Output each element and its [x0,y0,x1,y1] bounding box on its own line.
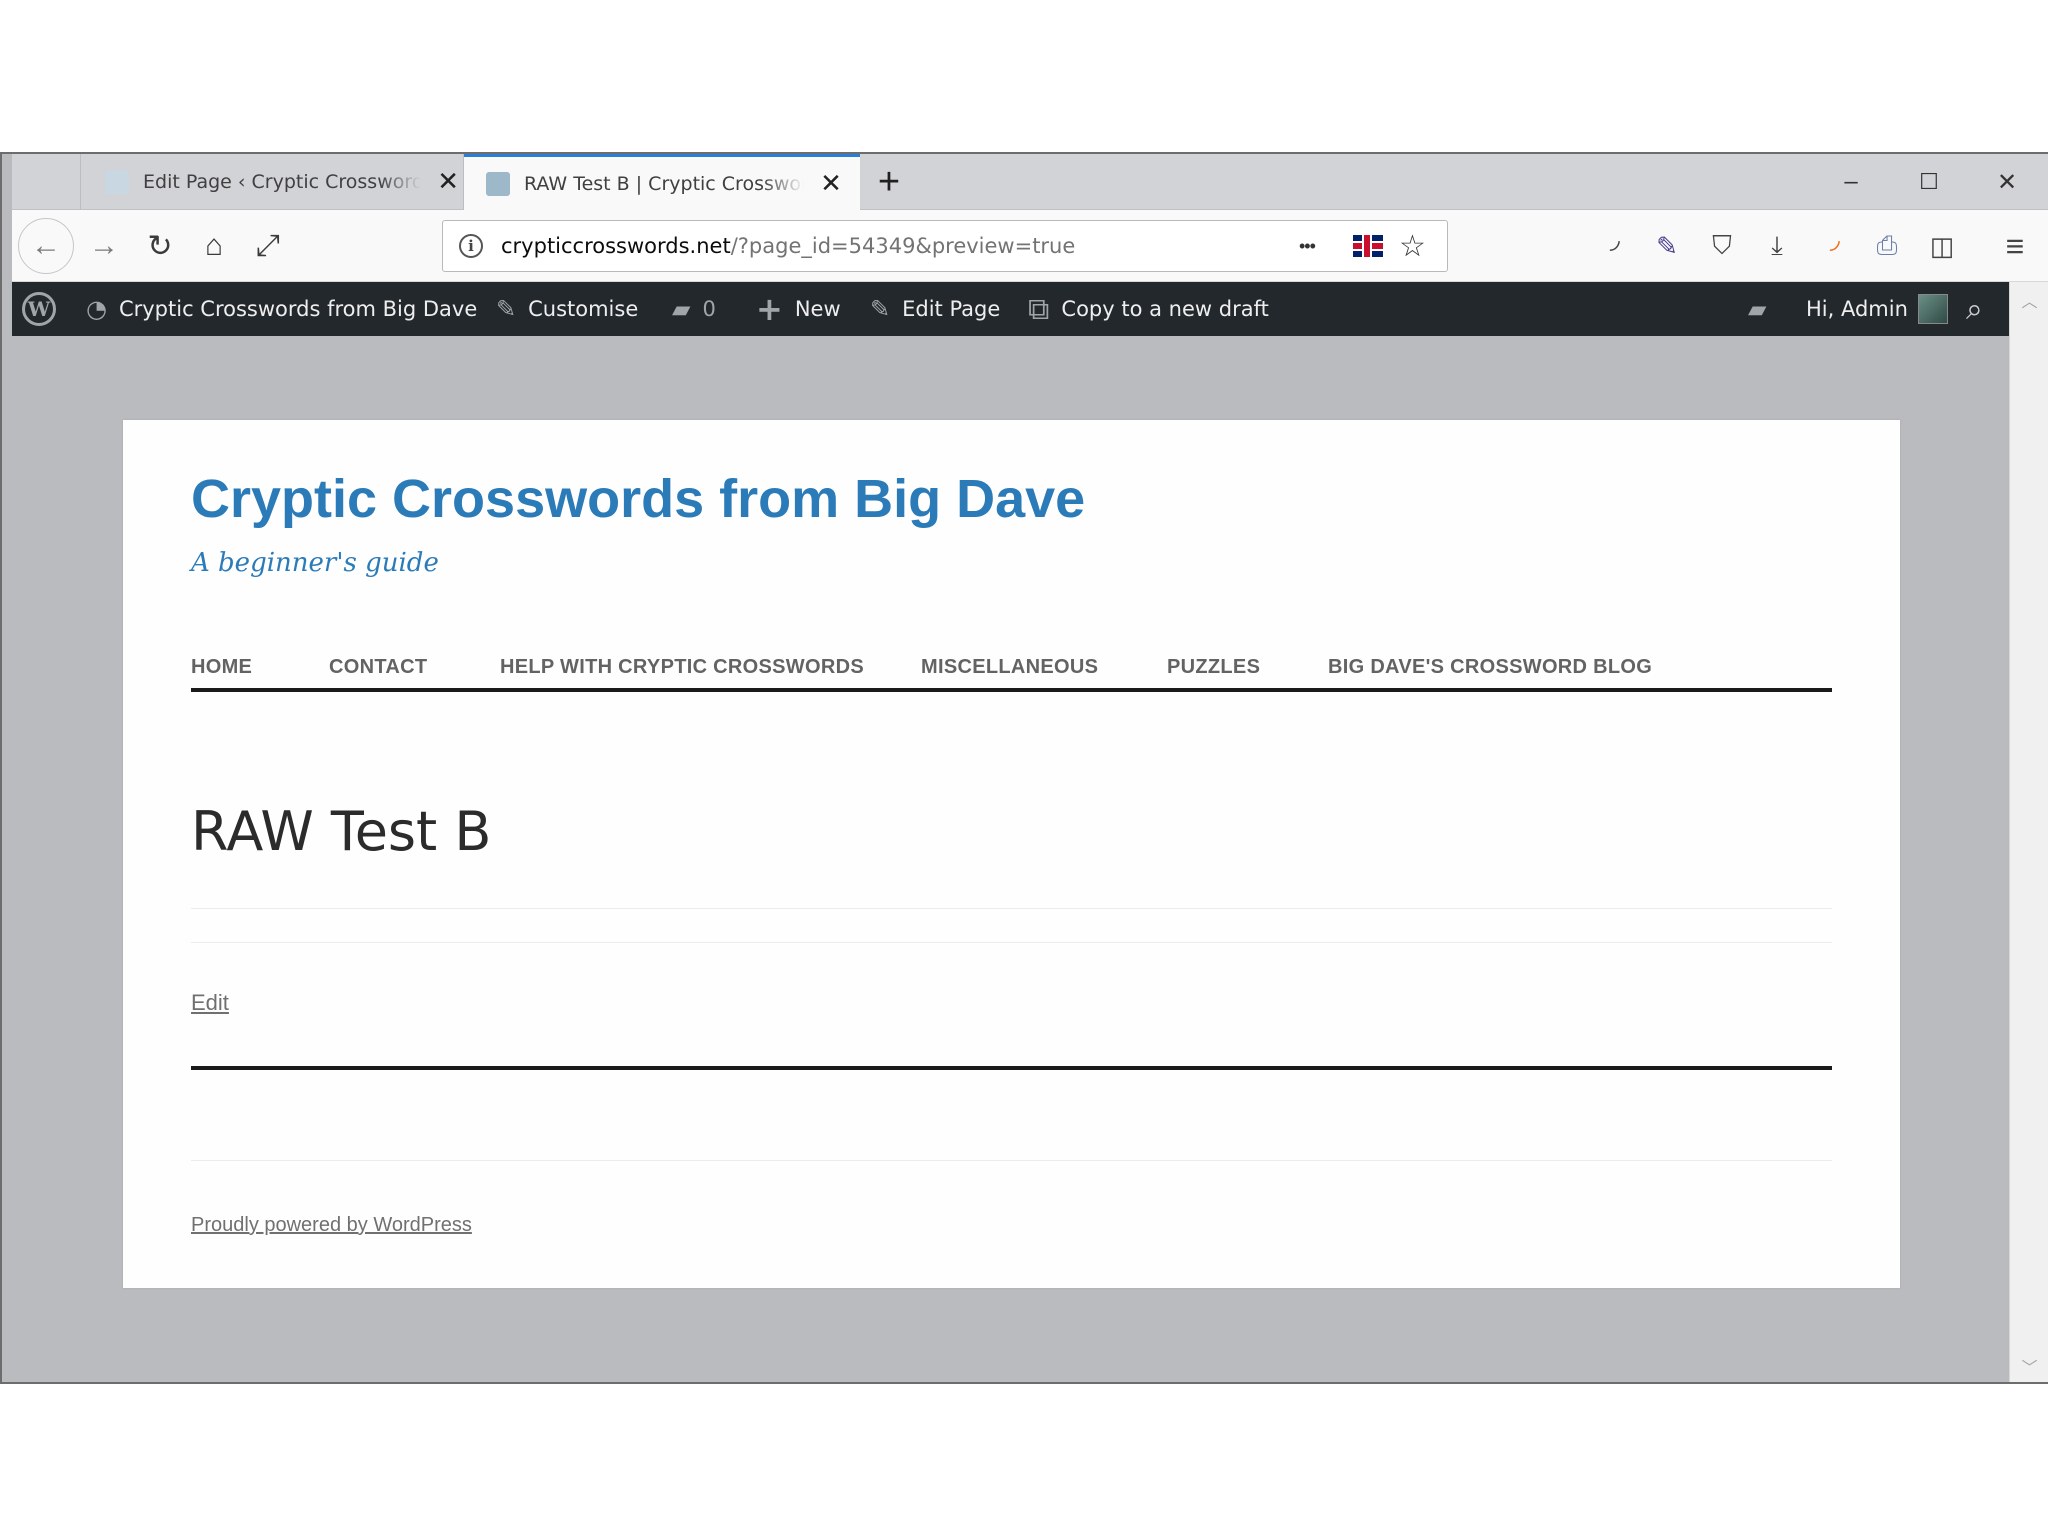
notes-link[interactable]: ▰ [1748,282,1778,336]
divider [191,908,1832,909]
site-name-menu[interactable]: ◔ Cryptic Crosswords from Big Dave [86,282,477,336]
new-label: New [794,297,841,321]
tab-raw-test-b[interactable]: RAW Test B | Cryptic Crosswords ✕ [464,154,860,210]
greeting-label: Hi, Admin [1806,297,1908,321]
divider [191,942,1832,943]
page-title: RAW Test B [191,800,492,863]
admin-search[interactable]: ⌕ [1966,282,1995,336]
site-tagline: A beginner's guide [191,548,439,578]
page-actions-icon[interactable]: ••• [1299,231,1316,261]
tab-close-icon[interactable]: ✕ [816,171,846,197]
language-flag-icon[interactable] [1353,231,1383,261]
avatar [1917,294,1948,324]
edit-link[interactable]: Edit [191,990,229,1016]
customise-label: Customise [528,297,639,321]
pencil-icon: ✎ [870,295,891,323]
forward-button[interactable]: → [78,220,130,272]
url-host: crypticcrosswords.net [501,234,731,258]
new-tab-button[interactable]: + [864,154,914,210]
printer-icon[interactable]: ⎙ [1869,228,1905,264]
edit-page-link[interactable]: ✎ Edit Page [870,282,1000,336]
back-button[interactable]: ← [18,218,74,274]
fullscreen-button[interactable]: ⤢ [242,220,294,272]
sidebar-icon[interactable]: ◫ [1924,228,1960,264]
reload-button[interactable]: ↻ [134,220,186,272]
comment-icon: ▰ [672,295,691,323]
menu-icon[interactable]: ≡ [1997,228,2033,264]
scroll-up-icon[interactable]: ︿ [2010,282,2048,318]
vertical-scrollbar[interactable]: ︿ ﹀ [2009,282,2048,1382]
home-button[interactable]: ⌂ [188,220,240,272]
feed-icon[interactable]: ◝ [1814,228,1850,264]
edit-page-label: Edit Page [902,297,1001,321]
shield-icon[interactable]: ⛉ [1704,228,1740,264]
search-icon: ⌕ [1966,291,1983,327]
brush-icon: ✎ [496,295,517,323]
new-content-menu[interactable]: + New [756,282,841,336]
powered-by-link[interactable]: Proudly powered by WordPress [191,1214,472,1237]
menu-item-blog[interactable]: BIG DAVE'S CROSSWORD BLOG [1328,656,1652,679]
menu-item-contact[interactable]: CONTACT [329,656,427,679]
my-account-menu[interactable]: Hi, Admin [1806,282,1948,336]
tab-edit-page[interactable]: Edit Page ‹ Cryptic Crosswords ✕ [80,154,464,210]
wordpress-icon: W [22,292,56,326]
url-text[interactable]: crypticcrosswords.net/?page_id=54349&pre… [501,234,1075,258]
menu-item-puzzles[interactable]: PUZZLES [1167,656,1260,679]
primary-menu: HOME CONTACT HELP WITH CRYPTIC CROSSWORD… [191,638,1832,692]
wp-logo-menu[interactable]: W [22,282,56,336]
download-icon[interactable]: ⤓ [1759,228,1795,264]
copy-draft-label: Copy to a new draft [1061,297,1269,321]
dashboard-icon: ◔ [86,295,107,323]
url-path: /?page_id=54349&preview=true [730,234,1076,258]
site-name-label: Cryptic Crosswords from Big Dave [118,297,478,321]
minimize-button[interactable]: – [1812,154,1890,210]
copy-to-draft-link[interactable]: ⧉ Copy to a new draft [1028,282,1269,336]
bookmark-star-icon[interactable]: ☆ [1399,230,1426,263]
menu-item-miscellaneous[interactable]: MISCELLANEOUS [921,656,1098,679]
customise-link[interactable]: ✎ Customise [496,282,638,336]
rss-icon[interactable]: ◝ [1594,228,1630,264]
tab-title: RAW Test B | Cryptic Crosswords [524,172,804,195]
content-footer-divider [191,1066,1832,1070]
tab-title: Edit Page ‹ Cryptic Crosswords [143,171,422,193]
comments-count: 0 [702,297,716,321]
menu-item-help[interactable]: HELP WITH CRYPTIC CROSSWORDS [500,656,864,679]
tab-close-icon[interactable]: ✕ [433,169,463,195]
browser-window: Edit Page ‹ Cryptic Crosswords ✕ RAW Tes… [0,152,2048,1384]
eyedropper-icon[interactable]: ✎ [1649,228,1685,264]
comments-link[interactable]: ▰ 0 [672,282,716,336]
notes-icon: ▰ [1748,295,1767,323]
site-favicon-icon [486,171,510,196]
page-viewport: Cryptic Crosswords from Big Dave A begin… [12,336,2009,1382]
navigation-toolbar: ← → ↻ ⌂ ⤢ i crypticcrosswords.net/?page_… [12,210,2048,282]
site-content: Cryptic Crosswords from Big Dave A begin… [123,420,1900,1288]
site-info-icon[interactable]: i [459,234,483,258]
window-close-button[interactable]: ✕ [1968,154,2046,210]
copy-icon: ⧉ [1028,291,1050,327]
site-title[interactable]: Cryptic Crosswords from Big Dave [191,468,1085,530]
tab-strip: Edit Page ‹ Cryptic Crosswords ✕ RAW Tes… [12,154,2048,210]
menu-item-home[interactable]: HOME [191,656,252,679]
plus-icon: + [756,290,783,328]
wp-admin-bar: W ◔ Cryptic Crosswords from Big Dave ✎ C… [12,282,2009,336]
maximize-button[interactable]: ☐ [1890,154,1968,210]
divider [191,1160,1832,1161]
url-bar[interactable]: i crypticcrosswords.net/?page_id=54349&p… [442,220,1448,272]
scroll-down-icon[interactable]: ﹀ [2010,1348,2048,1382]
site-favicon-icon [105,170,129,194]
